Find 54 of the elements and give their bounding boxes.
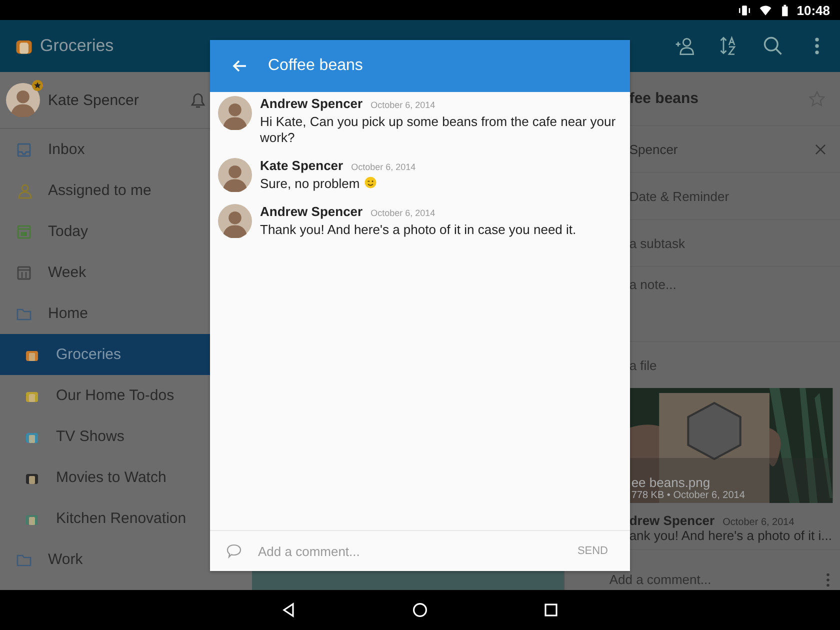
comment-field[interactable]: Add a comment...	[256, 542, 572, 560]
back-icon[interactable]	[281, 602, 297, 618]
message-date: October 6, 2014	[370, 100, 436, 110]
message-author: Andrew Spencer	[260, 204, 363, 219]
app-title: Groceries	[40, 36, 114, 56]
person-icon	[16, 182, 32, 198]
comment-text: ank you! And here's a photo of it i...	[629, 528, 832, 543]
winking-face-icon	[364, 176, 377, 189]
sidebar-item[interactable]: Today	[0, 211, 252, 252]
sidebar-item[interactable]: Assigned to me	[0, 170, 252, 211]
message-author: Kate Spencer	[260, 158, 344, 173]
sidebar-item[interactable]: Work	[0, 539, 252, 580]
message-text: Sure, no problem	[260, 176, 360, 192]
message-text: Hi Kate, Can you pick up some beans from the cafe near your work?	[260, 114, 617, 146]
sidebar-item[interactable]: Movies to Watch	[0, 457, 252, 498]
back-arrow-icon[interactable]	[232, 58, 248, 74]
file-meta: 778 KB • October 6, 2014	[631, 490, 745, 501]
file-name: ee beans.png	[631, 475, 712, 490]
sidebar-item[interactable]: Kitchen Renovation	[0, 498, 252, 539]
sidebar-item[interactable]: Week	[0, 252, 252, 293]
due-date-label[interactable]: Date & Reminder	[629, 188, 826, 204]
search-icon[interactable]	[762, 35, 784, 57]
inbox-icon	[16, 142, 32, 158]
avatar	[218, 158, 252, 192]
message-text: Thank you! And here's a photo of it in case you need it.	[260, 222, 576, 238]
avatar	[218, 204, 252, 238]
task-title: fee beans	[629, 90, 700, 107]
user-name: Kate Spencer	[48, 92, 140, 108]
sidebar-item[interactable]: Our Home To-dos	[0, 375, 252, 416]
assignee: Spencer	[629, 142, 679, 156]
message-author: Andrew Spencer	[260, 96, 363, 111]
avatar	[218, 96, 252, 130]
comment-date: October 6, 2014	[722, 517, 794, 528]
wifi-icon	[758, 4, 772, 16]
avatar	[6, 83, 40, 117]
calendar-icon	[16, 264, 32, 280]
recents-icon[interactable]	[543, 602, 559, 618]
battery-icon	[780, 4, 789, 16]
comment-icon	[226, 543, 242, 559]
sidebar-item[interactable]: TV Shows	[0, 416, 252, 457]
home-icon[interactable]	[412, 602, 428, 618]
dialog-title: Coffee beans	[268, 57, 363, 75]
comment-author: drew Spencer	[629, 513, 715, 528]
sidebar-item[interactable]: Home	[0, 293, 252, 334]
status-time: 10:48	[796, 2, 830, 18]
calendar-icon	[16, 224, 32, 240]
star-badge-icon	[32, 80, 43, 91]
vibrate-icon	[738, 4, 751, 16]
message-date: October 6, 2014	[370, 208, 436, 218]
sidebar-item[interactable]: Inbox	[0, 129, 252, 170]
more-icon[interactable]	[814, 35, 820, 57]
add-person-icon[interactable]	[674, 35, 696, 57]
message-date: October 6, 2014	[351, 162, 416, 172]
send-button[interactable]: SEND	[571, 541, 614, 561]
